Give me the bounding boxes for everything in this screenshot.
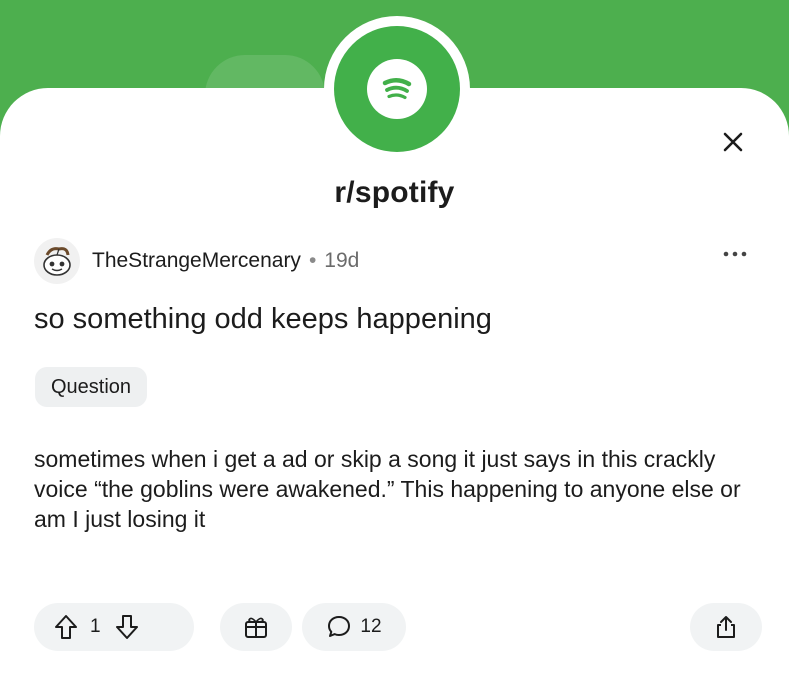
share-button[interactable] [690,603,762,651]
share-icon [713,614,739,640]
more-options-button[interactable] [722,238,748,264]
downvote-icon[interactable] [115,614,139,640]
community-avatar[interactable] [324,16,470,162]
action-bar: 1 12 [34,603,764,651]
close-button[interactable] [718,127,748,157]
community-avatar-circle [334,26,460,152]
more-options-icon [722,250,748,258]
post-flair[interactable]: Question [35,367,148,407]
spotify-logo-icon [367,59,427,119]
post-age: 19d [324,249,360,272]
post-author[interactable]: TheStrangeMercenary [92,249,301,273]
snoo-avatar-icon [43,247,71,276]
post-body: sometimes when i get a ad or skip a song… [34,446,741,532]
user-avatar[interactable] [34,238,80,284]
post-meta: TheStrangeMercenary • 19d [34,238,360,284]
comments-button[interactable]: 12 [302,603,406,651]
meta-separator: • [308,249,317,272]
close-icon [722,131,744,153]
award-button[interactable] [220,603,292,651]
award-icon [243,614,269,640]
post-title[interactable]: so something odd keeps happening [34,303,492,336]
vote-controls: 1 [34,603,194,651]
comment-count: 12 [360,616,382,637]
comment-icon [326,614,352,640]
vote-count: 1 [90,616,101,637]
upvote-icon[interactable] [54,614,78,640]
subreddit-name[interactable]: r/spotify [0,176,789,210]
